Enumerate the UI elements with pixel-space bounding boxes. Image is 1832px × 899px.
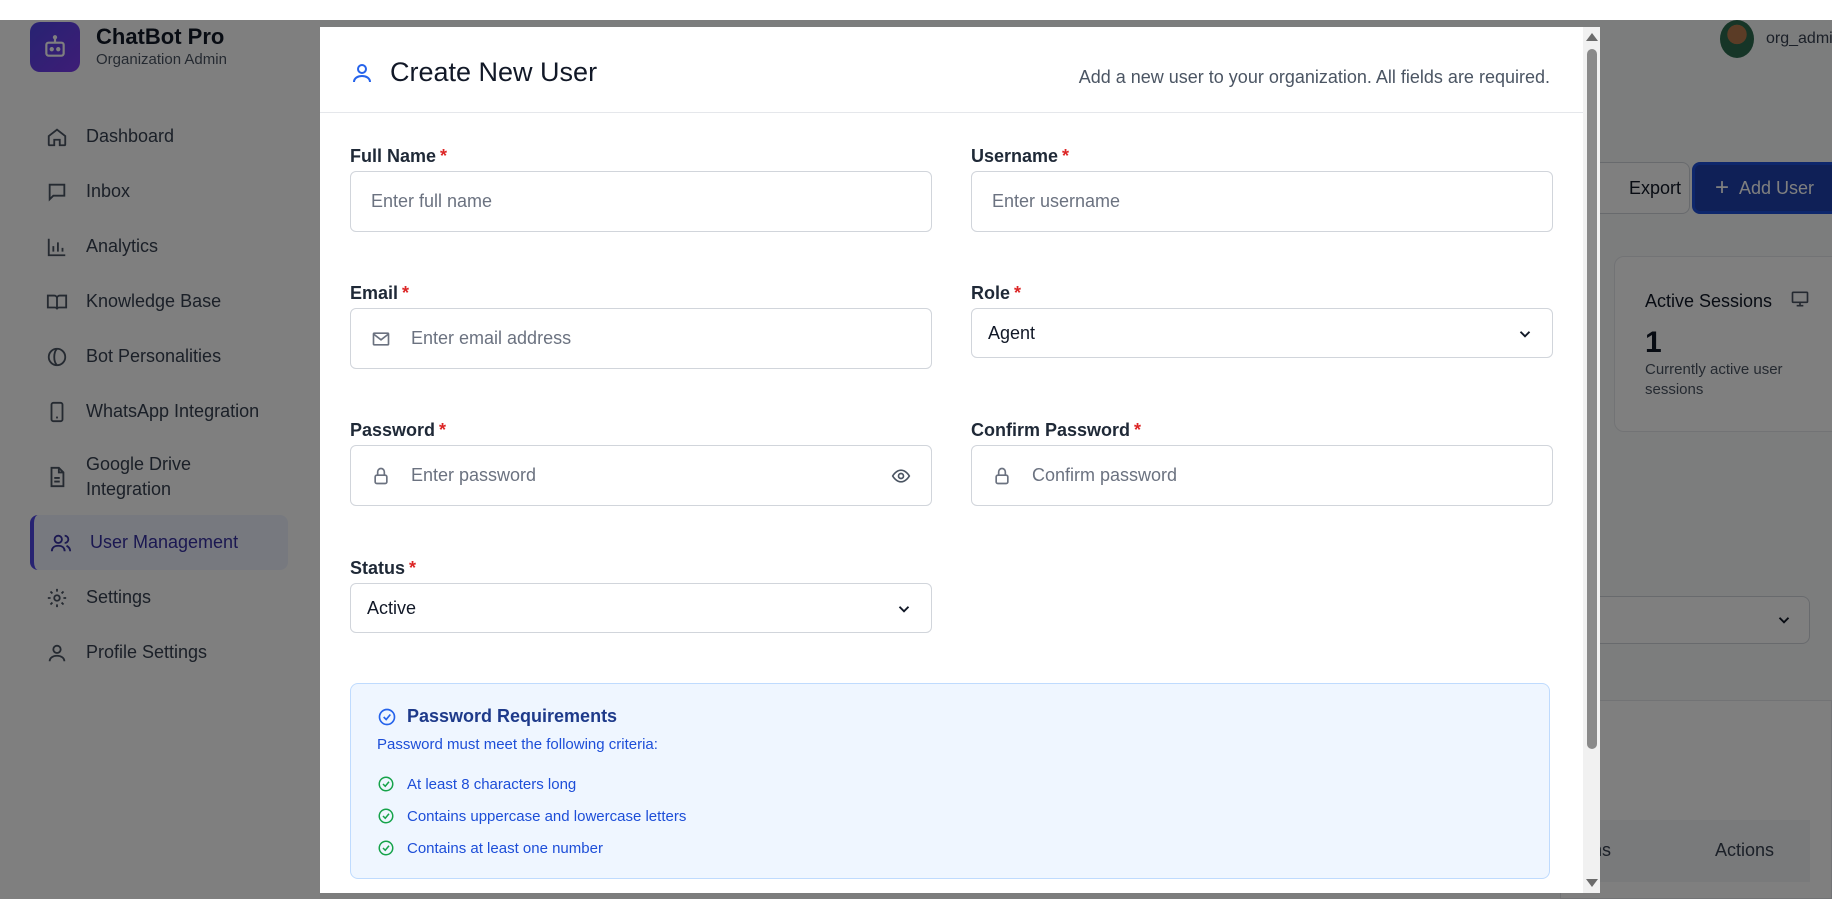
requirement-text: Contains uppercase and lowercase letters bbox=[407, 807, 687, 825]
scroll-up-arrow-icon[interactable] bbox=[1586, 33, 1598, 41]
scrollbar-thumb[interactable] bbox=[1587, 49, 1597, 749]
create-user-modal: Create New User Add a new user to your o… bbox=[320, 27, 1600, 893]
status-select[interactable]: Active bbox=[350, 583, 932, 633]
list-item: Contains at least one number bbox=[377, 832, 686, 864]
role-field: Role * Agent bbox=[971, 283, 1553, 358]
modal-header: Create New User Add a new user to your o… bbox=[320, 27, 1583, 113]
role-select[interactable]: Agent bbox=[971, 308, 1553, 358]
requirements-title: Password Requirements bbox=[407, 706, 618, 726]
full-name-label: Full Name bbox=[350, 146, 437, 166]
required-mark: * bbox=[402, 283, 410, 303]
full-name-placeholder: Enter full name bbox=[371, 191, 493, 211]
role-value: Agent bbox=[988, 322, 1036, 343]
email-placeholder: Enter email address bbox=[411, 328, 572, 348]
required-mark: * bbox=[439, 420, 447, 440]
username-field: Username * Enter username bbox=[971, 146, 1553, 232]
confirm-password-field: Confirm Password * Confirm password bbox=[971, 420, 1553, 506]
scroll-down-arrow-icon[interactable] bbox=[1586, 879, 1598, 887]
full-name-input[interactable]: Enter full name bbox=[350, 171, 932, 232]
required-mark: * bbox=[1062, 146, 1070, 166]
user-icon bbox=[350, 61, 374, 85]
modal-scrollbar[interactable] bbox=[1583, 27, 1600, 893]
check-circle-icon bbox=[377, 707, 397, 727]
username-input[interactable]: Enter username bbox=[971, 171, 1553, 232]
required-mark: * bbox=[440, 146, 448, 166]
requirement-text: At least 8 characters long bbox=[407, 775, 577, 793]
check-circle-icon bbox=[377, 807, 395, 825]
full-name-field: Full Name * Enter full name bbox=[350, 146, 932, 232]
required-mark: * bbox=[1134, 420, 1142, 440]
list-item: Contains uppercase and lowercase letters bbox=[377, 800, 686, 832]
confirm-password-input[interactable]: Confirm password bbox=[971, 445, 1553, 506]
role-label: Role bbox=[971, 283, 1011, 303]
check-circle-icon bbox=[377, 775, 395, 793]
status-label: Status bbox=[350, 558, 406, 578]
username-placeholder: Enter username bbox=[992, 191, 1121, 211]
required-mark: * bbox=[1014, 283, 1022, 303]
required-mark: * bbox=[409, 558, 417, 578]
status-value: Active bbox=[367, 597, 417, 618]
lock-icon bbox=[371, 466, 391, 486]
modal-title: Create New User bbox=[390, 57, 598, 87]
email-input[interactable]: Enter email address bbox=[350, 308, 932, 369]
top-strip bbox=[0, 0, 1832, 20]
password-placeholder: Enter password bbox=[411, 465, 537, 485]
email-label: Email bbox=[350, 283, 399, 303]
requirements-list: At least 8 characters long Contains uppe… bbox=[377, 768, 686, 864]
confirm-password-placeholder: Confirm password bbox=[1032, 465, 1178, 485]
mail-icon bbox=[371, 329, 391, 349]
password-label: Password bbox=[350, 420, 436, 440]
list-item: At least 8 characters long bbox=[377, 768, 686, 800]
modal-description: Add a new user to your organization. All… bbox=[1078, 67, 1550, 87]
username-label: Username bbox=[971, 146, 1059, 166]
status-field: Status * Active bbox=[350, 558, 932, 633]
eye-icon[interactable] bbox=[891, 466, 911, 486]
confirm-password-label: Confirm Password bbox=[971, 420, 1131, 440]
requirements-subtitle: Password must meet the following criteri… bbox=[377, 736, 658, 753]
lock-icon bbox=[992, 466, 1012, 486]
password-input[interactable]: Enter password bbox=[350, 445, 932, 506]
chevron-down-icon bbox=[895, 600, 913, 618]
requirement-text: Contains at least one number bbox=[407, 839, 603, 857]
password-field: Password * Enter password bbox=[350, 420, 932, 506]
password-requirements: Password Requirements Password must meet… bbox=[350, 683, 1550, 879]
email-field: Email * Enter email address bbox=[350, 283, 932, 369]
chevron-down-icon bbox=[1516, 325, 1534, 343]
check-circle-icon bbox=[377, 839, 395, 857]
